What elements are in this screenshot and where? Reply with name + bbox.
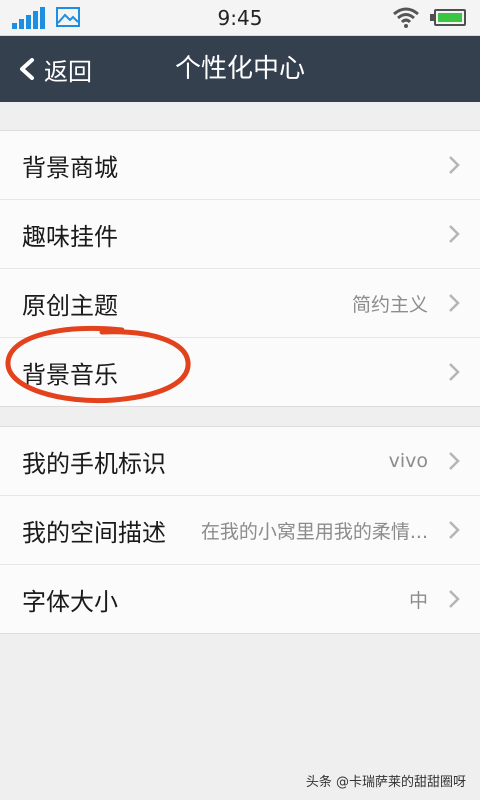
chevron-right-icon (449, 156, 460, 174)
title-bar: 返回 个性化中心 (0, 36, 480, 102)
list-item-label: 趣味挂件 (22, 222, 118, 251)
list-item-font-size[interactable]: 字体大小 中 (0, 565, 480, 633)
list-item-label: 字体大小 (22, 587, 118, 616)
list-item-label: 我的空间描述 (22, 518, 166, 547)
chevron-right-icon (449, 452, 460, 470)
settings-group-2: 我的手机标识 vivo 我的空间描述 在我的小窝里用我的柔情... 字体大小 中 (0, 426, 480, 634)
list-item-space-description[interactable]: 我的空间描述 在我的小窝里用我的柔情... (0, 496, 480, 565)
list-item-label: 我的手机标识 (22, 449, 166, 478)
page-title: 个性化中心 (174, 54, 305, 84)
list-item-fun-widgets[interactable]: 趣味挂件 (0, 200, 480, 269)
status-bar: 9:45 (0, 0, 480, 36)
list-item-label: 原创主题 (22, 291, 118, 320)
wifi-icon (393, 7, 419, 28)
watermark: 头条 @卡瑞萨莱的甜甜圈呀 (305, 775, 466, 790)
list-item-phone-tag[interactable]: 我的手机标识 vivo (0, 427, 480, 496)
list-item-value: 在我的小窝里用我的柔情... (200, 520, 428, 543)
chevron-right-icon (449, 590, 460, 608)
battery-icon (430, 9, 466, 26)
highlight-ellipse (5, 325, 191, 404)
list-item-value: vivo (388, 450, 428, 472)
chevron-right-icon (449, 294, 460, 312)
list-item-value: 简约主义 (351, 293, 428, 316)
chevron-right-icon (449, 521, 460, 539)
chevron-right-icon (449, 363, 460, 381)
list-item-value: 中 (408, 589, 428, 612)
chevron-right-icon (449, 225, 460, 243)
list-item-label: 背景商城 (22, 153, 118, 182)
list-item-background-store[interactable]: 背景商城 (0, 131, 480, 200)
